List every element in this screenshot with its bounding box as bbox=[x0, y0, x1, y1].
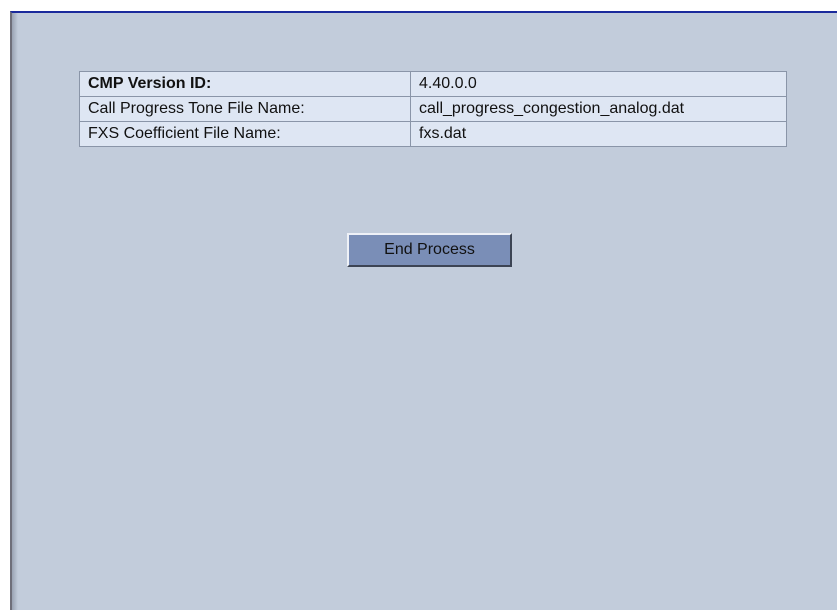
table-row-call-progress-tone: Call Progress Tone File Name: call_progr… bbox=[79, 96, 787, 122]
cmp-version-value: 4.40.0.0 bbox=[410, 71, 787, 97]
table-row-cmp-version: CMP Version ID: 4.40.0.0 bbox=[79, 71, 787, 97]
end-process-button[interactable]: End Process bbox=[347, 233, 512, 267]
panel-left-edge bbox=[12, 13, 18, 610]
cmp-info-table: CMP Version ID: 4.40.0.0 Call Progress T… bbox=[79, 71, 787, 147]
fxs-coefficient-value: fxs.dat bbox=[419, 125, 467, 142]
call-progress-tone-value: call_progress_congestion_analog.dat bbox=[410, 96, 787, 122]
table-row-fxs-coefficient: FXS Coefficient File Name: fxs.dat bbox=[79, 121, 787, 147]
content-panel: CMP Version ID: 4.40.0.0 Call Progress T… bbox=[10, 11, 837, 610]
cmp-version-label: CMP Version ID: bbox=[79, 71, 411, 97]
page-frame: CMP Version ID: 4.40.0.0 Call Progress T… bbox=[0, 0, 837, 610]
call-progress-tone-label: Call Progress Tone File Name: bbox=[79, 96, 411, 122]
fxs-coefficient-label: FXS Coefficient File Name: bbox=[79, 121, 411, 147]
